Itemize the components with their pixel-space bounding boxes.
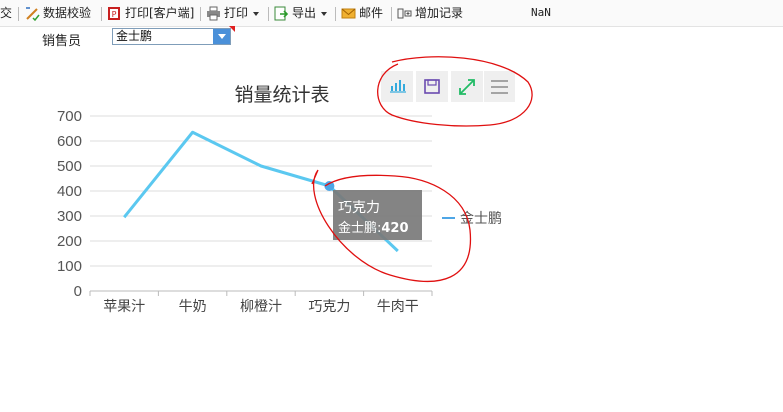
chart-tools bbox=[381, 71, 515, 102]
y-axis: 0 100 200 300 400 500 600 700 bbox=[57, 108, 82, 300]
legend: 金士鹏 bbox=[442, 211, 502, 227]
x-tick-label: 牛肉干 bbox=[377, 299, 419, 315]
legend-item[interactable]: 金士鹏 bbox=[460, 211, 502, 227]
sales-chart: 销量统计表 0100200300400500600700 苹果汁 牛奶 柳橙汁 … bbox=[57, 56, 533, 315]
tooltip-series-label: 金士鹏: bbox=[338, 220, 381, 236]
save-button[interactable] bbox=[416, 71, 448, 102]
y-tick-label: 0 bbox=[74, 283, 82, 300]
x-tick-label: 苹果汁 bbox=[103, 299, 145, 315]
tooltip-value: 420 bbox=[381, 221, 408, 236]
y-tick-label: 500 bbox=[57, 158, 82, 175]
tooltip-category: 巧克力 bbox=[338, 200, 380, 216]
y-tick-label: 700 bbox=[57, 108, 82, 125]
y-tick-label: 300 bbox=[57, 208, 82, 225]
y-tick-label: 100 bbox=[57, 258, 82, 275]
tooltip-value-line: 金士鹏:420 bbox=[338, 220, 409, 236]
y-tick-label: 600 bbox=[57, 133, 82, 150]
y-tick-label: 400 bbox=[57, 183, 82, 200]
x-tick-label: 巧克力 bbox=[308, 299, 350, 315]
x-tick-label: 牛奶 bbox=[179, 299, 207, 315]
x-tick-label: 柳橙汁 bbox=[240, 298, 282, 315]
y-tick-label: 200 bbox=[57, 233, 82, 250]
chart-title: 销量统计表 bbox=[234, 84, 329, 106]
x-axis: 苹果汁 牛奶 柳橙汁 巧克力 牛肉干 bbox=[89, 291, 433, 315]
chart-tooltip: 巧克力 金士鹏:420 bbox=[333, 190, 422, 240]
